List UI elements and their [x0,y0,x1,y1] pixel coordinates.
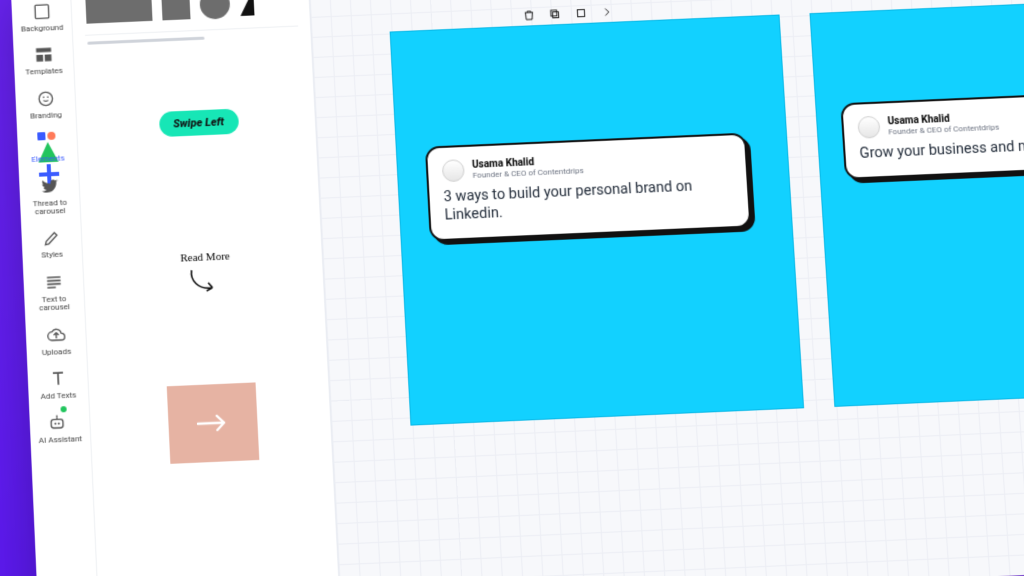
background-icon [31,1,52,22]
circle-shape[interactable] [199,0,230,20]
bot-icon [46,412,67,433]
sidebar-item-label: Branding [30,111,62,121]
sidebar-item-label: Templates [25,67,63,77]
rectangle-shape[interactable] [85,0,152,24]
sidebar-item-branding[interactable]: Branding [16,80,74,126]
sidebar-item-label: Styles [41,251,63,260]
text-lines-icon [43,272,64,293]
sidebar-item-label: AI Assistant [39,435,83,445]
avatar [442,159,465,182]
slide-toolbar [521,4,616,24]
carousel-slide[interactable]: Usama Khalid Founder & CEO of Contentdri… [390,15,804,426]
element-swipe-left-pill[interactable]: Swipe Left [86,49,311,196]
arrow-right-icon [195,412,230,434]
curly-arrow-icon [185,264,227,294]
upload-cloud-icon [45,324,66,345]
copy-icon [548,7,563,22]
square-icon [574,6,589,21]
canvas[interactable]: Usama Khalid Founder & CEO of Contentdri… [308,0,1024,576]
element-read-more[interactable]: Read More [93,198,319,346]
sidebar-item-add-texts[interactable]: Add Texts [29,360,87,407]
content-card[interactable]: Usama Khalid Founder & CEO of Contentdri… [425,133,752,242]
trash-icon [522,8,537,23]
sidebar-item-label: Add Texts [40,391,76,401]
content-card[interactable]: Usama Khalid Founder & CEO of Contentdri… [840,90,1024,180]
chevron-right-icon [600,5,615,20]
twitter-icon [39,175,60,196]
styles-icon [41,228,62,249]
avatar [857,116,880,139]
carousel-slide[interactable]: Usama Khalid Founder & CEO of Contentdri… [809,0,1024,407]
sidebar-item-templates[interactable]: Templates [15,37,73,83]
sidebar-item-styles[interactable]: Styles [23,220,81,266]
duplicate-button[interactable] [547,6,564,23]
elements-panel: Swipe Left swipe Read More ››› [70,0,341,576]
sidebar-item-thread-to-carousel[interactable]: Thread to carousel [20,168,79,223]
elements-icon [37,132,58,153]
triangle-shape[interactable] [239,0,254,16]
sidebar-item-text-to-carousel[interactable]: Text to carousel [24,264,83,319]
app-window: CONTENTDRIPS Background Templates Brandi… [10,0,1024,576]
element-peach-arrow[interactable] [100,349,327,498]
sidebar-item-label: Text to carousel [26,294,83,313]
sidebar-item-elements[interactable]: Elements [18,124,76,170]
templates-icon [33,45,54,66]
next-button[interactable] [599,4,616,21]
sidebar-item-background[interactable]: Background [13,0,71,39]
delete-button[interactable] [521,7,538,24]
card-text: 3 ways to build your personal brand on L… [443,176,734,225]
sidebar-item-label: Background [21,24,64,34]
branding-icon [35,88,56,109]
square-shape[interactable] [161,0,190,20]
sidebar-item-uploads[interactable]: Uploads [27,316,85,363]
element-swipe-left-button[interactable]: SWIPE LEFT» [108,524,336,576]
sidebar-item-label: Elements [31,155,65,165]
sidebar-item-ai-assistant[interactable]: AI Assistant [31,404,90,451]
crop-button[interactable] [573,5,590,22]
shape-row [83,0,298,36]
sidebar-item-label: Thread to carousel [22,198,79,217]
text-icon [47,368,68,389]
status-dot-icon [60,406,66,412]
sidebar-item-label: Uploads [42,347,72,357]
